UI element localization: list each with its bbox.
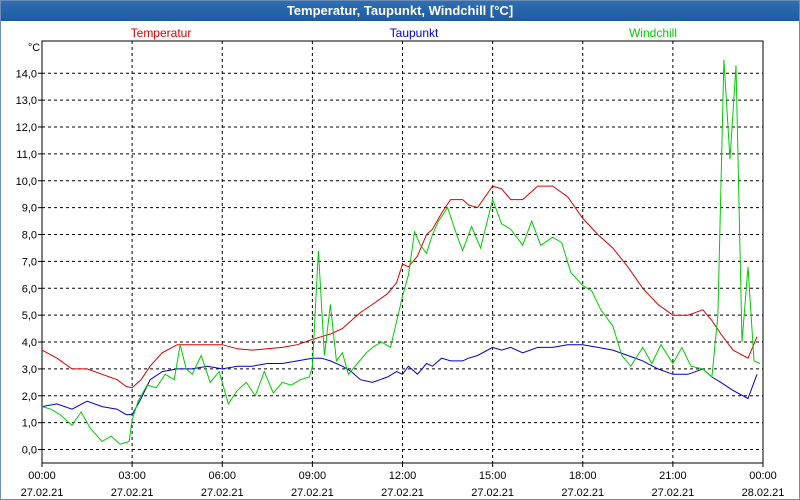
x-tick-time-label: 06:00 (208, 470, 236, 482)
x-tick-time-label: 18:00 (569, 470, 597, 482)
x-tick-date-label: 27.02.21 (651, 487, 694, 499)
y-tick-label: 10,0 (16, 176, 37, 188)
x-tick-time-label: 15:00 (479, 470, 507, 482)
chart-window: Temperatur, Taupunkt, Windchill [°C] 0,0… (0, 0, 800, 500)
legend-entry-taupunkt: Taupunkt (390, 26, 439, 40)
x-tick-date-label: 27.02.21 (561, 487, 604, 499)
y-tick-label: 12,0 (16, 122, 37, 134)
y-tick-label: 1,0 (22, 418, 37, 430)
x-tick-time-label: 00:00 (28, 470, 56, 482)
x-tick-date-label: 27.02.21 (201, 487, 244, 499)
y-axis-label: °C (28, 42, 40, 54)
x-tick-date-label: 27.02.21 (111, 487, 154, 499)
y-tick-label: 2,0 (22, 391, 37, 403)
x-tick-date-label: 27.02.21 (381, 487, 424, 499)
y-tick-label: 8,0 (22, 230, 37, 242)
y-tick-label: 5,0 (22, 310, 37, 322)
x-tick-time-label: 00:00 (749, 470, 777, 482)
window-title: Temperatur, Taupunkt, Windchill [°C] (1, 1, 799, 21)
y-tick-label: 13,0 (16, 95, 37, 107)
legend-entry-windchill: Windchill (629, 26, 677, 40)
y-tick-label: 7,0 (22, 256, 37, 268)
x-tick-date-label: 28.02.21 (742, 487, 785, 499)
y-tick-label: 3,0 (22, 364, 37, 376)
legend-entry-temperatur: Temperatur (131, 26, 192, 40)
y-tick-label: 4,0 (22, 337, 37, 349)
y-tick-label: 0,0 (22, 445, 37, 457)
x-tick-date-label: 27.02.21 (21, 487, 64, 499)
x-tick-time-label: 21:00 (659, 470, 687, 482)
y-tick-label: 9,0 (22, 203, 37, 215)
y-tick-label: 6,0 (22, 283, 37, 295)
y-tick-label: 11,0 (16, 149, 37, 161)
y-tick-label: 14,0 (16, 68, 37, 80)
x-tick-time-label: 03:00 (118, 470, 146, 482)
chart-plot: 0,0 1,0 2,0 3,0 4,0 5,0 6,0 7,0 8,0 9,0 10,0 11,0 12… (16, 26, 785, 499)
x-tick-date-label: 27.02.21 (291, 487, 334, 499)
x-tick-date-label: 27.02.21 (471, 487, 514, 499)
x-tick-time-label: 09:00 (299, 470, 327, 482)
x-tick-time-label: 12:00 (389, 470, 417, 482)
